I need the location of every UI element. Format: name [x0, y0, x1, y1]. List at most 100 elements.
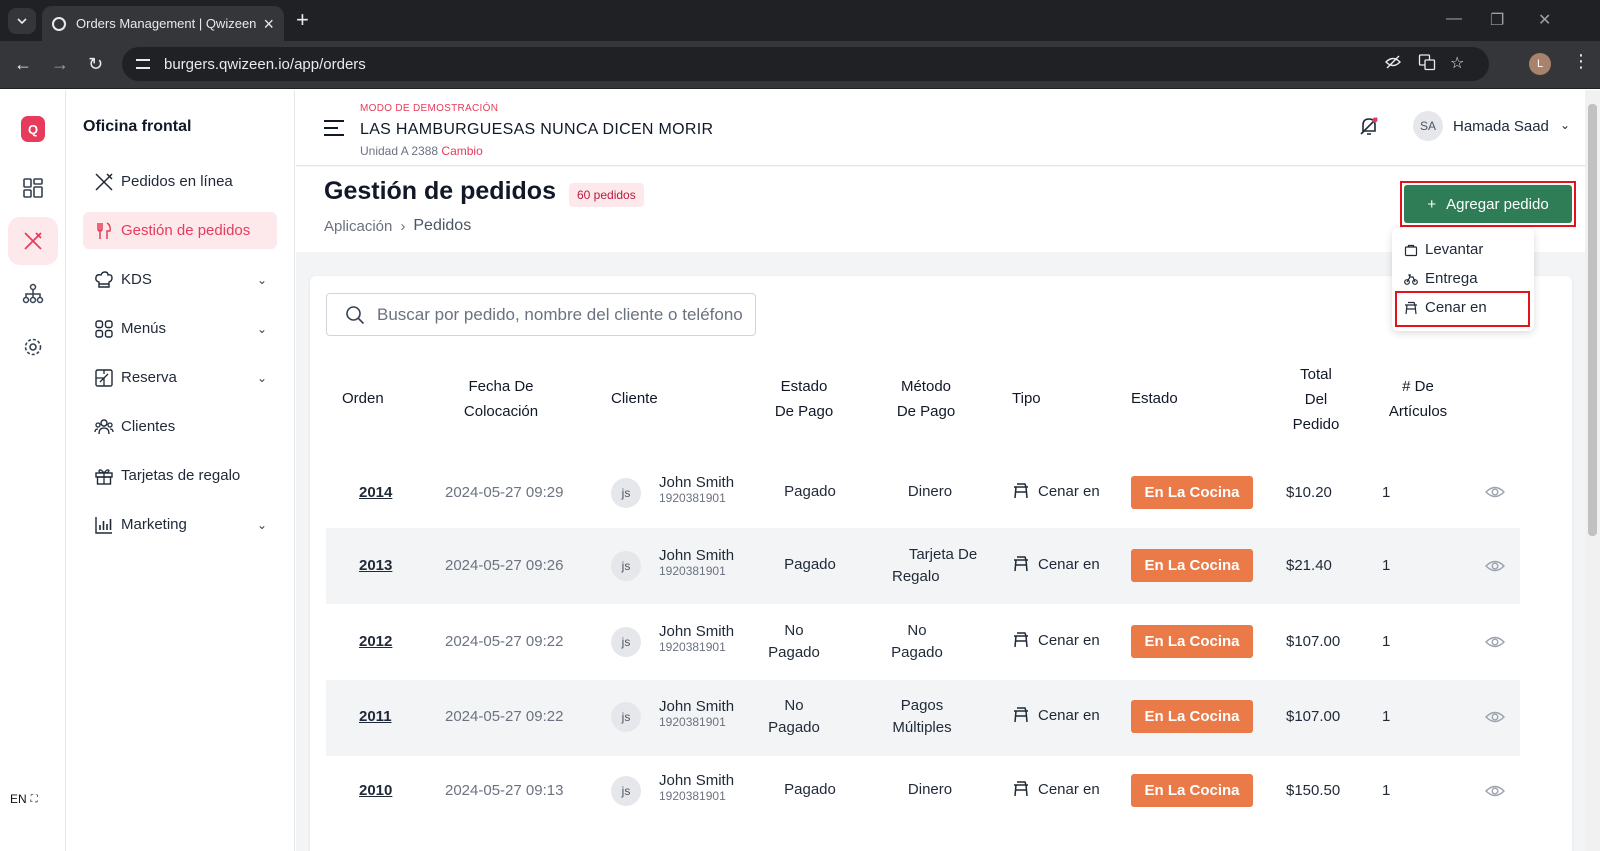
page-scrollbar[interactable]	[1585, 90, 1600, 851]
order-type-label: Cenar en	[1038, 780, 1100, 798]
forward-arrow-icon[interactable]: →	[51, 53, 69, 75]
sidebar-item-kds[interactable]: KDS ⌄	[83, 261, 277, 298]
sidebar-item-gift-cards[interactable]: Tarjetas de regalo	[83, 457, 277, 494]
notifications-off-icon[interactable]	[1358, 115, 1380, 142]
sidebar-item-customers[interactable]: Clientes	[83, 408, 277, 445]
header-items[interactable]: # De Artículos	[1378, 374, 1458, 424]
chevron-down-icon[interactable]: ⌄	[1560, 118, 1570, 132]
rail-front-office[interactable]	[8, 217, 58, 265]
bookmark-star-icon[interactable]: ☆	[1450, 53, 1464, 73]
sidebar: Oficina frontal Pedidos en línea Gestión…	[66, 90, 295, 851]
order-number-link[interactable]: 2012	[359, 633, 392, 650]
payment-method-line2: Múltiples	[892, 719, 952, 736]
profile-avatar[interactable]: L	[1529, 53, 1551, 75]
sidebar-item-reservation[interactable]: Reserva ⌄	[83, 359, 277, 396]
eye-icon[interactable]	[1485, 484, 1505, 500]
sidebar-item-online-orders[interactable]: Pedidos en línea	[83, 163, 277, 200]
order-date: 2024-05-27 09:13	[445, 782, 564, 799]
user-name[interactable]: Hamada Saad	[1453, 118, 1549, 135]
chevron-down-icon: ⌄	[256, 517, 267, 532]
add-order-button[interactable]: + Agregar pedido	[1404, 185, 1572, 223]
customer-avatar: js	[611, 702, 641, 732]
sidebar-item-order-management[interactable]: Gestión de pedidos	[83, 212, 277, 249]
payment-status-line2: Pagado	[768, 644, 820, 661]
rail-settings[interactable]	[8, 323, 58, 371]
table-row[interactable]: 2013 2024-05-27 09:26 js John Smith 1920…	[326, 528, 1520, 604]
sidebar-item-menus[interactable]: Menús ⌄	[83, 310, 277, 347]
status-badge[interactable]: En La Cocina	[1131, 625, 1253, 658]
menu-toggle-button[interactable]	[324, 120, 344, 141]
order-number-link[interactable]: 2014	[359, 484, 392, 501]
header-payment-method[interactable]: Método De Pago	[876, 374, 976, 424]
header-status[interactable]: Estado	[1131, 386, 1178, 411]
item-count: 1	[1382, 782, 1391, 799]
tab-title: Orders Management | Qwizeen	[76, 16, 257, 31]
change-unit-link[interactable]: Cambio	[441, 144, 482, 158]
dropdown-item-pickup[interactable]: Levantar	[1404, 241, 1483, 258]
header-date[interactable]: Fecha De Colocación	[426, 374, 576, 424]
customer-info: John Smith 1920381901	[659, 547, 734, 578]
eye-icon[interactable]	[1485, 634, 1505, 650]
order-number-link[interactable]: 2011	[359, 708, 392, 725]
site-info-icon[interactable]	[136, 59, 150, 69]
status-badge[interactable]: En La Cocina	[1131, 774, 1253, 807]
browser-menu-icon[interactable]: ⋮	[1572, 51, 1590, 72]
gift-icon	[93, 465, 115, 487]
payment-method-line2: Pagado	[891, 644, 943, 661]
reload-icon[interactable]: ↻	[88, 53, 103, 75]
new-tab-button[interactable]: +	[296, 9, 309, 31]
customer-phone: 1920381901	[659, 640, 726, 654]
sidebar-item-marketing[interactable]: Marketing ⌄	[83, 506, 277, 543]
header-payment-status[interactable]: Estado De Pago	[754, 374, 854, 424]
status-badge[interactable]: En La Cocina	[1131, 700, 1253, 733]
customer-name: John Smith	[659, 772, 735, 789]
order-type-label: Cenar en	[1038, 631, 1100, 649]
breadcrumb-app-link[interactable]: Aplicación	[324, 218, 392, 235]
table-row[interactable]: 2010 2024-05-27 09:13 js John Smith 1920…	[326, 756, 1520, 828]
header-customer[interactable]: Cliente	[611, 386, 658, 411]
table-row[interactable]: 2014 2024-05-27 09:29 js John Smith 1920…	[326, 456, 1520, 528]
close-tab-icon[interactable]: ×	[263, 15, 274, 33]
payment-status: Pagado	[760, 481, 860, 503]
status-badge[interactable]: En La Cocina	[1131, 476, 1253, 509]
status-badge[interactable]: En La Cocina	[1131, 549, 1253, 582]
back-arrow-icon[interactable]: ←	[14, 53, 32, 75]
chevron-down-icon	[17, 18, 27, 25]
unit-name: Unidad A 2388	[360, 144, 439, 158]
restore-window-icon[interactable]: ❐	[1490, 10, 1504, 30]
header-order[interactable]: Orden	[342, 386, 384, 411]
close-window-icon[interactable]: ✕	[1538, 10, 1551, 30]
header-total[interactable]: Total Del Pedido	[1281, 362, 1351, 437]
rail-dashboard[interactable]	[8, 164, 58, 212]
search-field[interactable]	[326, 293, 756, 336]
rail-organization[interactable]	[8, 270, 58, 318]
eye-icon[interactable]	[1485, 558, 1505, 574]
chevron-down-icon: ⌄	[256, 272, 267, 287]
language-switcher[interactable]: EN ⛶	[10, 792, 38, 806]
table-row[interactable]: 2011 2024-05-27 09:22 js John Smith 1920…	[326, 680, 1520, 756]
payment-status: No Pagado	[744, 620, 844, 664]
order-type: Cenar en	[1012, 780, 1100, 798]
eye-icon[interactable]	[1485, 783, 1505, 799]
sitemap-icon	[22, 283, 44, 304]
header-type[interactable]: Tipo	[1012, 386, 1041, 411]
minimize-window-icon[interactable]: —	[1446, 10, 1462, 28]
browser-tab-active[interactable]: Orders Management | Qwizeen ×	[42, 6, 284, 41]
payment-method-line2: Regalo	[892, 568, 940, 585]
translate-icon[interactable]	[1418, 53, 1436, 76]
eye-icon[interactable]	[1485, 709, 1505, 725]
utensils-icon	[93, 171, 115, 193]
address-bar[interactable]: burgers.qwizeen.io/app/orders ☆	[122, 47, 1489, 81]
table-row[interactable]: 2012 2024-05-27 09:22 js John Smith 1920…	[326, 604, 1520, 680]
bike-icon	[1404, 273, 1418, 285]
order-number-link[interactable]: 2013	[359, 557, 392, 574]
dropdown-item-delivery[interactable]: Entrega	[1404, 270, 1478, 287]
search-input[interactable]	[377, 304, 747, 325]
user-avatar[interactable]: SA	[1413, 111, 1443, 141]
tab-search-button[interactable]	[8, 8, 36, 34]
eye-off-icon[interactable]	[1384, 53, 1402, 76]
app-logo[interactable]: Q	[21, 116, 45, 142]
dropdown-item-label: Entrega	[1425, 270, 1478, 287]
order-number-link[interactable]: 2010	[359, 782, 392, 799]
scrollbar-thumb[interactable]	[1588, 104, 1597, 536]
